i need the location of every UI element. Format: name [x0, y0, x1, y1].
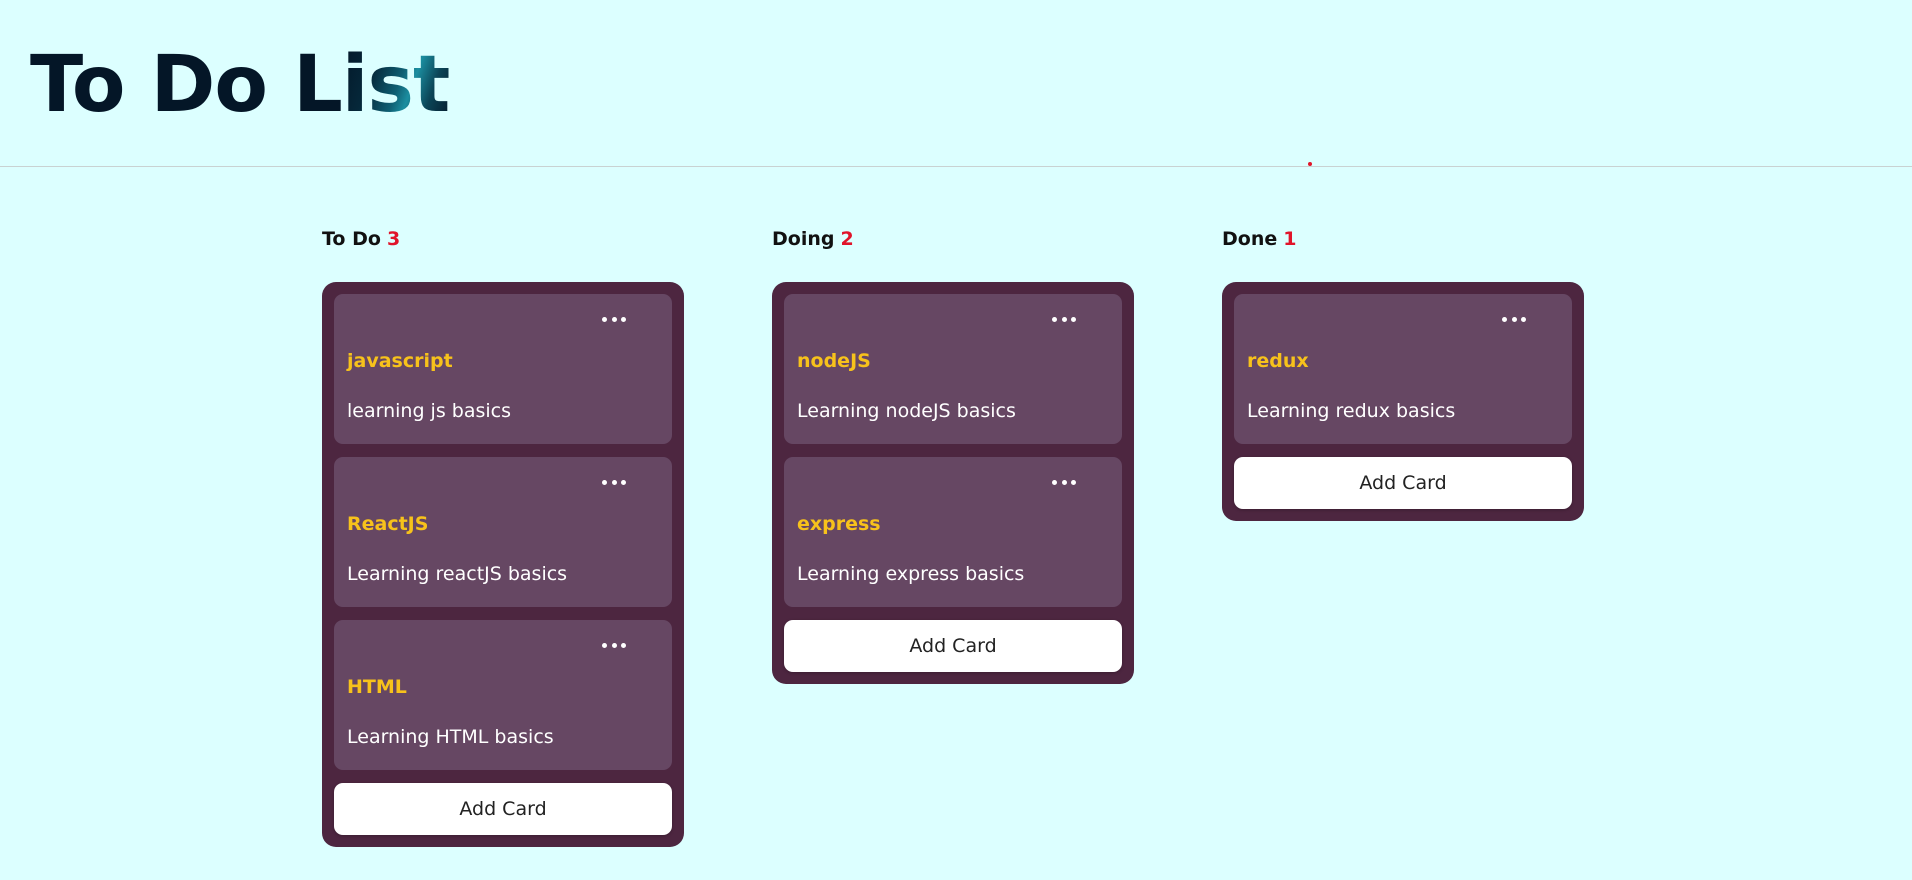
column-done: Done 1 redux Learning redux basics Add Ca… — [1222, 226, 1584, 521]
red-dot-marker — [1308, 162, 1312, 166]
column-header: To Do 3 — [322, 226, 684, 256]
card[interactable]: HTML Learning HTML basics — [334, 620, 672, 770]
column-count: 2 — [840, 228, 854, 250]
app-header: To Do List — [0, 0, 1912, 167]
card-description: Learning reactJS basics — [347, 563, 568, 585]
card[interactable]: ReactJS Learning reactJS basics — [334, 457, 672, 607]
card-title: HTML — [347, 676, 407, 698]
column-count: 3 — [386, 228, 401, 250]
column-card-list: redux Learning redux basics Add Card — [1222, 282, 1584, 521]
add-card-button[interactable]: Add Card — [1234, 457, 1572, 509]
card-description: learning js basics — [347, 400, 511, 422]
card-title: javascript — [347, 350, 453, 372]
more-options-icon[interactable] — [1044, 470, 1084, 494]
column-card-list: javascript learning js basics ReactJS Le… — [322, 282, 684, 847]
column-todo: To Do 3 javascript learning js basics Rea… — [322, 226, 684, 847]
add-card-button[interactable]: Add Card — [334, 783, 672, 835]
card[interactable]: javascript learning js basics — [334, 294, 672, 444]
add-card-button[interactable]: Add Card — [784, 620, 1122, 672]
column-header: Done 1 — [1222, 226, 1584, 256]
more-options-icon[interactable] — [594, 633, 634, 657]
page-title-highlight: ist — [341, 40, 450, 130]
card-title: nodeJS — [797, 350, 871, 372]
card-description: Learning HTML basics — [347, 726, 554, 748]
page-title: To Do List — [30, 40, 450, 130]
card-title: express — [797, 513, 881, 535]
card-description: Learning redux basics — [1247, 400, 1456, 422]
page-title-prefix: To Do L — [30, 40, 343, 130]
card[interactable]: express Learning express basics — [784, 457, 1122, 607]
card-description: Learning nodeJS basics — [797, 400, 1016, 422]
column-title: To Do — [322, 228, 381, 250]
more-options-icon[interactable] — [594, 307, 634, 331]
more-options-icon[interactable] — [1494, 307, 1534, 331]
column-doing: Doing 2 nodeJS Learning nodeJS basics exp… — [772, 226, 1134, 684]
column-header: Doing 2 — [772, 226, 1134, 256]
card-description: Learning express basics — [797, 563, 1025, 585]
column-title: Doing — [772, 228, 835, 250]
card[interactable]: redux Learning redux basics — [1234, 294, 1572, 444]
column-title: Done — [1222, 228, 1278, 250]
card-title: redux — [1247, 350, 1309, 372]
more-options-icon[interactable] — [1044, 307, 1084, 331]
card[interactable]: nodeJS Learning nodeJS basics — [784, 294, 1122, 444]
column-count: 1 — [1283, 228, 1297, 250]
column-card-list: nodeJS Learning nodeJS basics express Le… — [772, 282, 1134, 684]
more-options-icon[interactable] — [594, 470, 634, 494]
card-title: ReactJS — [347, 513, 429, 535]
